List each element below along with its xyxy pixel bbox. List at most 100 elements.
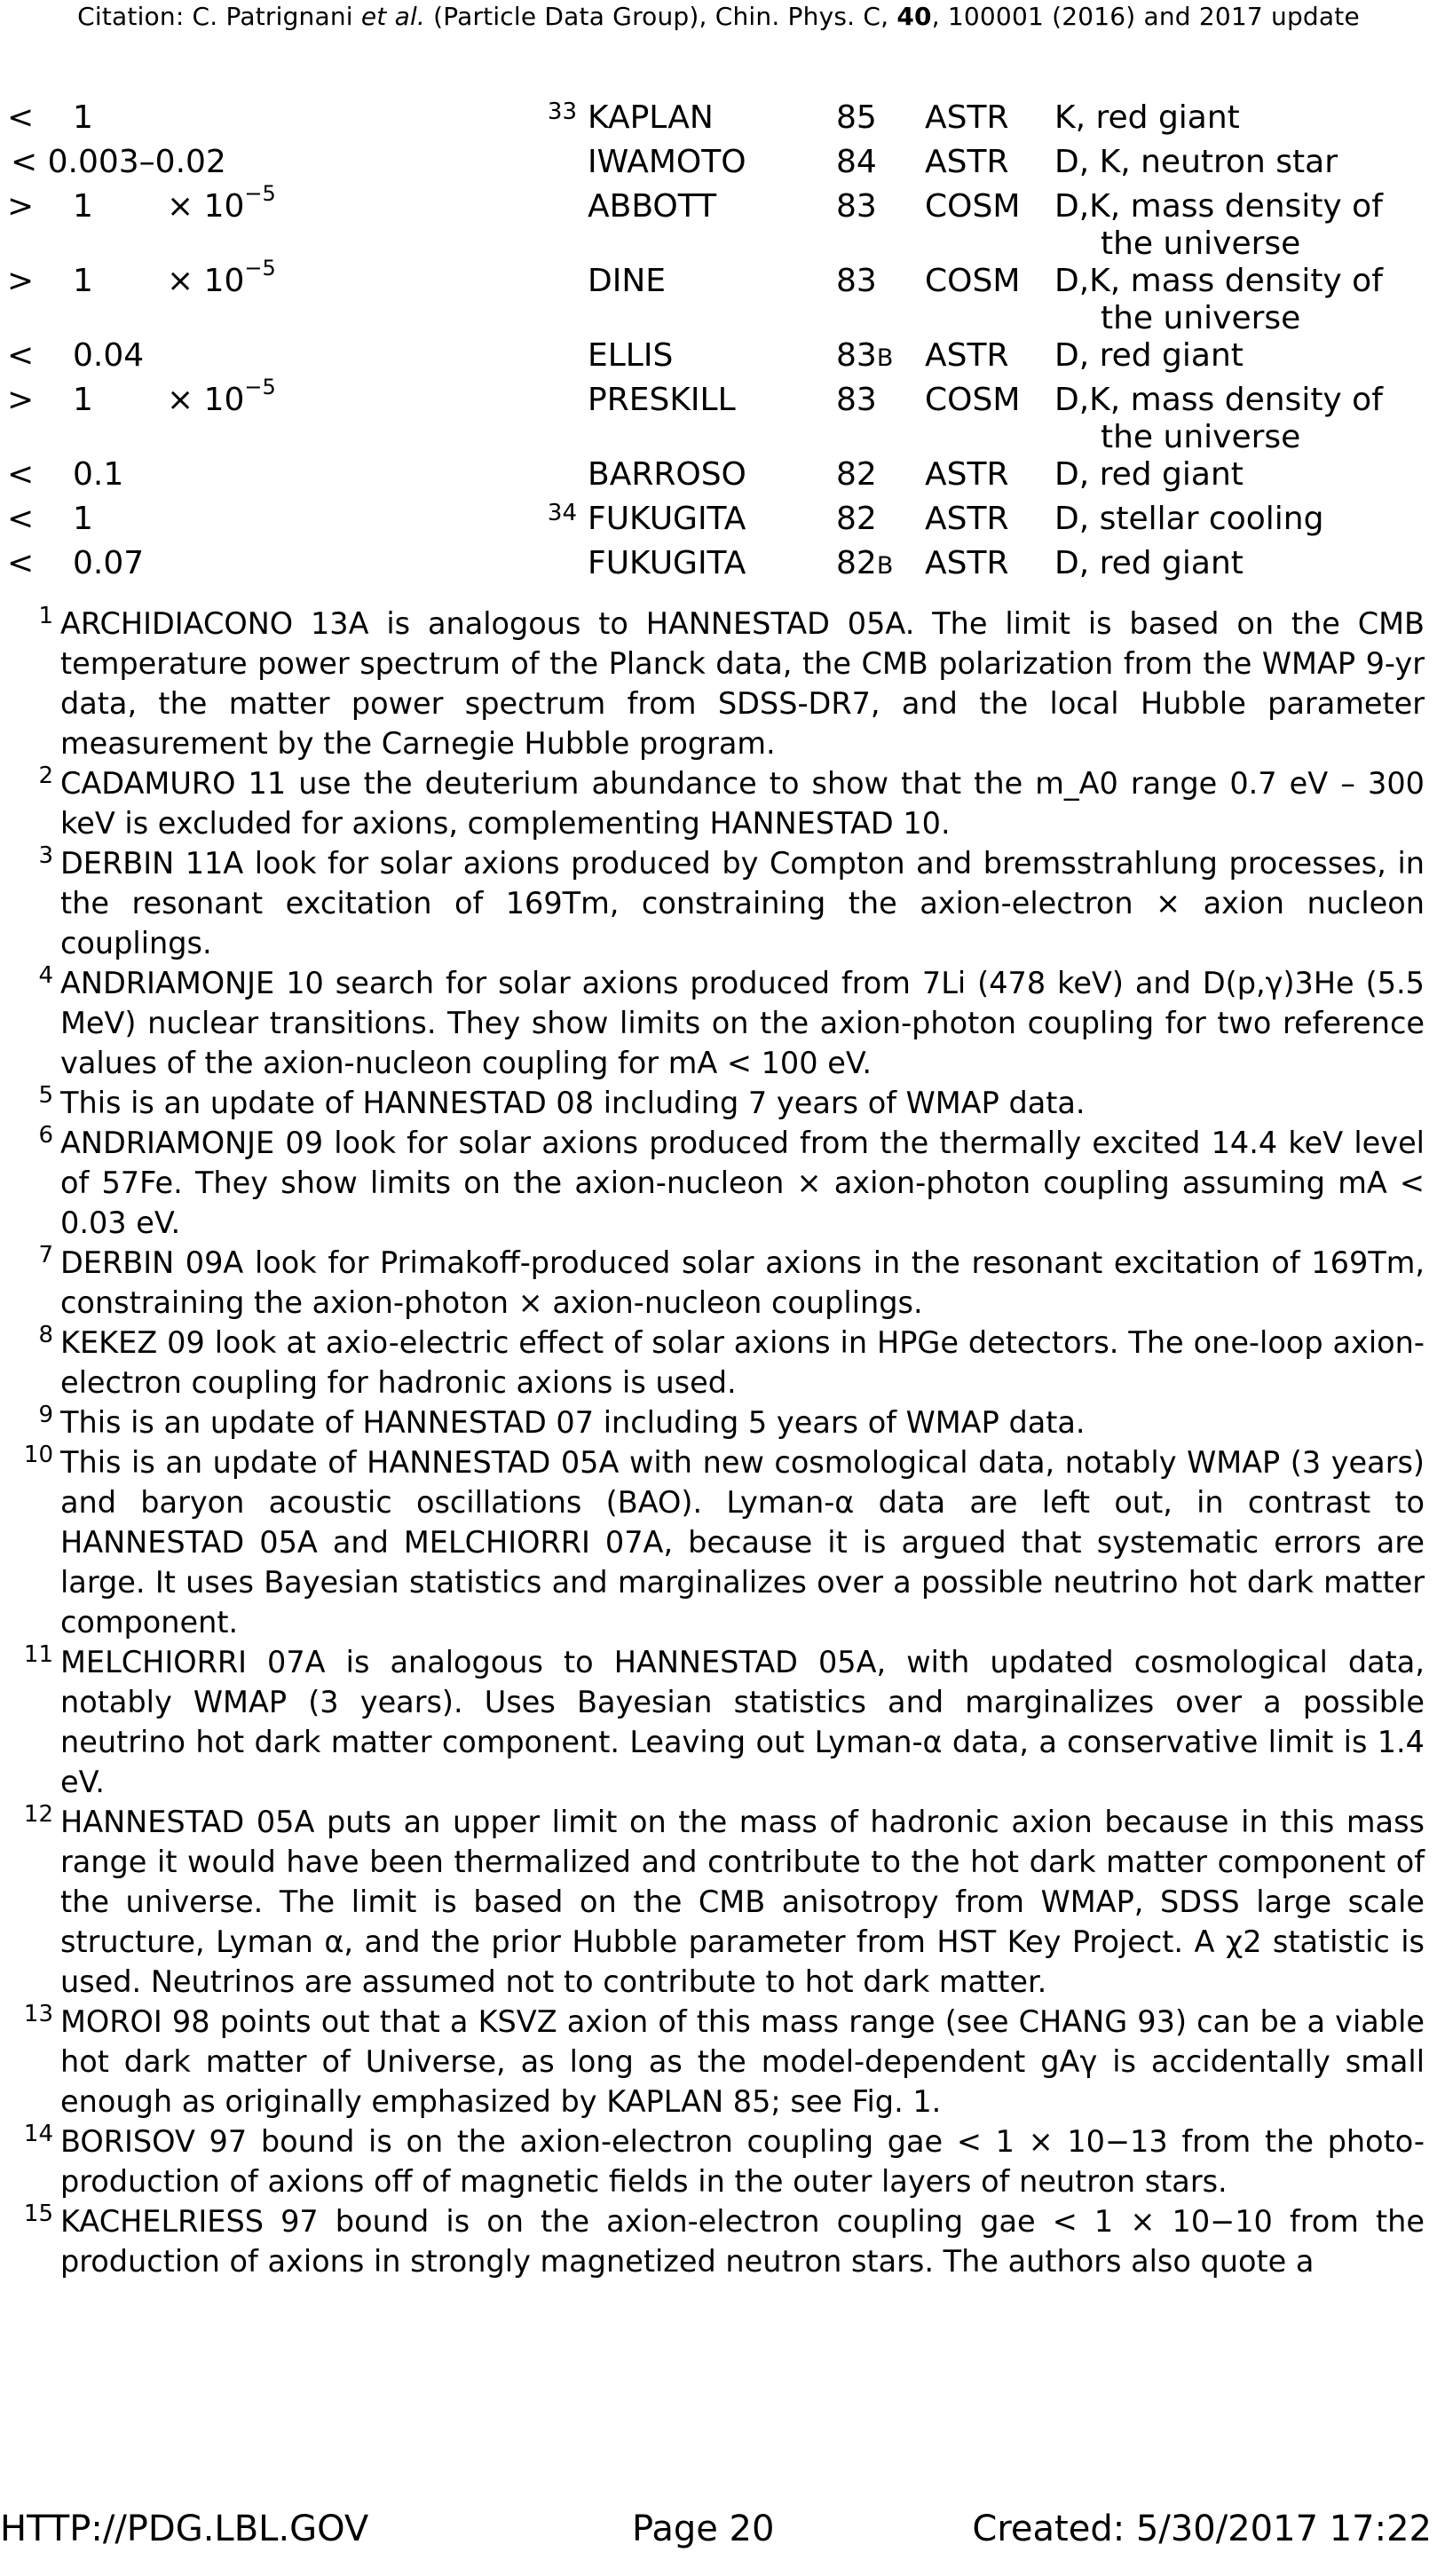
footnote-number: 12	[23, 1801, 53, 1828]
relation-symbol: >	[7, 188, 35, 225]
footnote-number: 1	[38, 603, 53, 629]
footnote-number: 15	[23, 2201, 53, 2227]
comment: K, red giant	[1054, 99, 1240, 136]
document-id: IWAMOTO	[588, 144, 746, 180]
footer-created-date: Created: 5/30/2017 17:22	[972, 2509, 1432, 2549]
document-id: FUKUGITA	[588, 501, 746, 537]
document-id: BARROSO	[588, 456, 746, 493]
comment: D, K, neutron star	[1054, 144, 1338, 180]
footnote: 10 This is an update of HANNESTAD 05A wit…	[24, 1442, 1425, 1642]
footnote: 1 ARCHIDIACONO 13A is analogous to HANNES…	[38, 603, 1425, 763]
technique: ASTR	[925, 99, 1009, 136]
value: 1	[73, 99, 93, 136]
document-id: KAPLAN	[588, 99, 714, 136]
table-row: <0.04 ELLIS 83B ASTR D, red giant	[0, 334, 1437, 378]
relation-symbol: >	[7, 382, 35, 418]
year: 83	[836, 382, 877, 418]
footnote-text: BORISOV 97 bound is on the axion-electro…	[60, 2124, 1425, 2199]
value: 0.07	[73, 545, 145, 581]
footnote-text: KACHELRIESS 97 bound is on the axion-ele…	[60, 2204, 1425, 2279]
year: 83	[836, 263, 877, 299]
footnote-text: KEKEZ 09 look at axio-electric effect of…	[60, 1325, 1425, 1400]
footnote: 2 CADAMURO 11 use the deuterium abundance…	[38, 763, 1425, 843]
footnote-text: ANDRIAMONJE 10 search for solar axions p…	[60, 966, 1425, 1080]
value: 0.04	[73, 337, 145, 374]
comment: D,K, mass density of the universe	[1054, 188, 1383, 262]
exponent-factor: × 10−5	[167, 256, 276, 299]
comment: D, stellar cooling	[1054, 501, 1324, 537]
footnote: 14 BORISOV 97 bound is on the axion-elect…	[24, 2121, 1425, 2201]
value: 1	[73, 188, 93, 225]
year: 82B	[836, 545, 894, 581]
table-row: <1 33 KAPLAN 85 ASTR K, red giant	[0, 96, 1437, 140]
technique: ASTR	[925, 337, 1009, 374]
technique: COSM	[925, 382, 1021, 418]
footnote-text: ARCHIDIACONO 13A is analogous to HANNEST…	[60, 606, 1425, 761]
comment: D,K, mass density of the universe	[1054, 382, 1383, 455]
year: 83	[836, 188, 877, 225]
year: 85	[836, 99, 877, 136]
footnote-number: 10	[23, 1442, 53, 1468]
footnote: 5 This is an update of HANNESTAD 08 inclu…	[38, 1082, 1425, 1123]
footnote-number: 8	[38, 1322, 53, 1348]
document-id: PRESKILL	[588, 382, 736, 418]
technique: COSM	[925, 263, 1021, 299]
footnote-number: 2	[38, 763, 53, 789]
relation-symbol: >	[7, 263, 35, 299]
comment: D, red giant	[1054, 337, 1244, 374]
citation-suffix: , 100001 (2016) and 2017 update	[931, 2, 1360, 31]
data-table: <1 33 KAPLAN 85 ASTR K, red giant < 0.003–0.02…	[0, 96, 1437, 586]
document-id: ABBOTT	[588, 188, 717, 225]
citation-etal: et al.	[360, 2, 426, 31]
footnote-text: ANDRIAMONJE 09 look for solar axions pro…	[60, 1126, 1425, 1240]
footnote-text: DERBIN 09A look for Primakoff-produced s…	[60, 1245, 1425, 1320]
footnote: 6 ANDRIAMONJE 09 look for solar axions pr…	[38, 1122, 1425, 1243]
relation-symbol: <	[7, 99, 35, 136]
relation-symbol: <	[7, 456, 35, 493]
footnote-text: This is an update of HANNESTAD 07 includ…	[60, 1405, 1086, 1440]
value: 1	[73, 382, 93, 418]
footnote-number: 4	[38, 962, 53, 989]
footnote: 3 DERBIN 11A look for solar axions produc…	[38, 842, 1425, 963]
note-marker: 33	[547, 99, 577, 125]
relation-symbol: <	[7, 337, 35, 374]
footnote: 9 This is an update of HANNESTAD 07 inclu…	[38, 1402, 1425, 1442]
table-row: < 0.003–0.02 IWAMOTO 84 ASTR D, K, neutron s…	[0, 140, 1437, 185]
technique: COSM	[925, 188, 1021, 225]
year: 84	[836, 144, 877, 180]
year: 82	[836, 501, 877, 537]
footnote-number: 9	[38, 1402, 53, 1428]
footnote-number: 5	[38, 1082, 53, 1109]
technique: ASTR	[925, 144, 1009, 180]
footnote: 15 KACHELRIESS 97 bound is on the axion-e…	[24, 2201, 1425, 2281]
footer-url[interactable]: HTTP://PDG.LBL.GOV	[0, 2509, 368, 2549]
footnote-number: 7	[38, 1242, 53, 1268]
document-id: DINE	[588, 263, 667, 299]
footnote-text: This is an update of HANNESTAD 08 includ…	[60, 1086, 1086, 1120]
technique: ASTR	[925, 501, 1009, 537]
footnote: 7 DERBIN 09A look for Primakoff-produced …	[38, 1242, 1425, 1323]
value: 0.1	[73, 456, 124, 493]
footnote-number: 6	[38, 1122, 53, 1149]
footnote: 12 HANNESTAD 05A puts an upper limit on t…	[24, 1801, 1425, 2002]
page-footer: HTTP://PDG.LBL.GOV Page 20 Created: 5/30…	[0, 2509, 1437, 2562]
footnote-text: This is an update of HANNESTAD 05A with …	[60, 1445, 1425, 1640]
relation-symbol: <	[7, 501, 35, 537]
relation-symbol: <	[7, 545, 35, 581]
note-marker: 34	[547, 500, 577, 526]
footnote-text: CADAMURO 11 use the deuterium abundance …	[60, 766, 1425, 841]
citation-prefix: Citation: C. Patrignani	[77, 2, 361, 31]
footnote-number: 14	[23, 2121, 53, 2147]
footnote-number: 11	[23, 1641, 53, 1668]
value: 1	[73, 263, 93, 299]
footnote-text: MOROI 98 points out that a KSVZ axion of…	[60, 2004, 1425, 2119]
exponent-factor: × 10−5	[167, 181, 276, 225]
table-row: <1 34 FUKUGITA 82 ASTR D, stellar cooling	[0, 497, 1437, 541]
table-row: >1 × 10−5 PRESKILL 83 COSM D,K, mass density …	[0, 376, 1437, 455]
citation-mid: (Particle Data Group), Chin. Phys. C,	[425, 2, 897, 31]
technique: ASTR	[925, 545, 1009, 581]
footnote: 11 MELCHIORRI 07A is analogous to HANNEST…	[24, 1641, 1425, 1802]
footnote: 4 ANDRIAMONJE 10 search for solar axions …	[38, 962, 1425, 1083]
table-row: >1 × 10−5 ABBOTT 83 COSM D,K, mass density of…	[0, 181, 1437, 262]
footnote: 13 MOROI 98 points out that a KSVZ axion …	[24, 2001, 1425, 2122]
